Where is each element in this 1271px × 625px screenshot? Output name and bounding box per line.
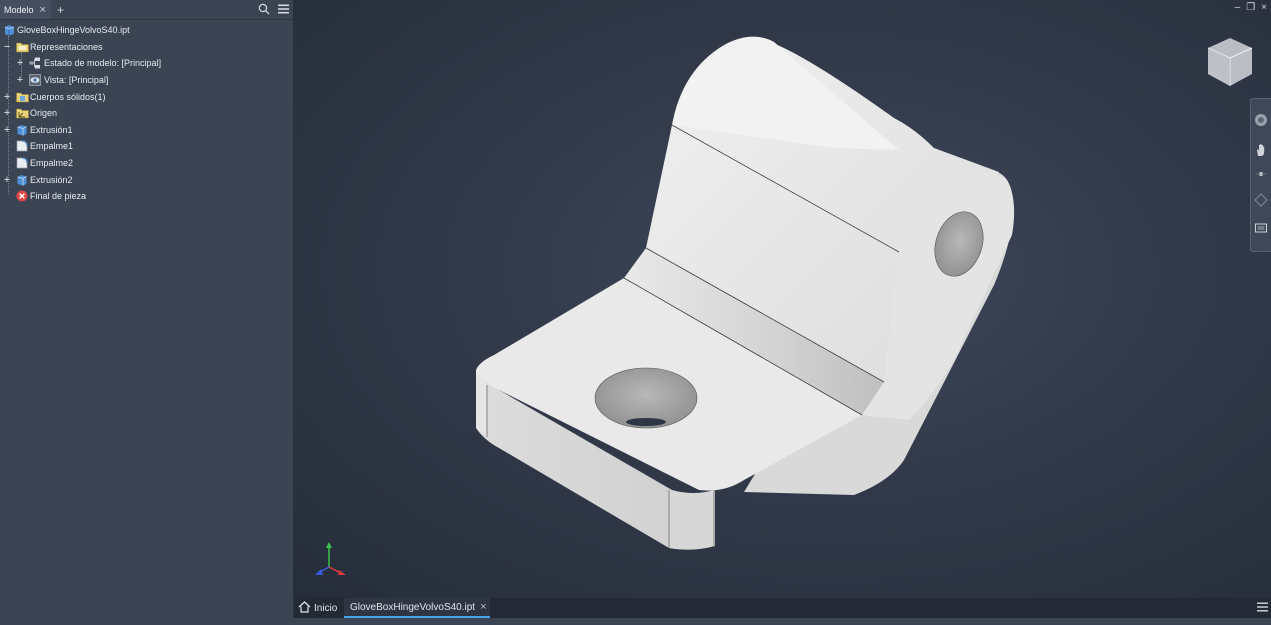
steering-wheel-icon[interactable]	[1254, 113, 1268, 127]
tab-glovebox-hinge[interactable]: GloveBoxHingeVolvoS40.ipt ×	[344, 598, 490, 618]
end-of-part-icon	[16, 190, 28, 202]
navigation-bar	[1250, 98, 1271, 252]
add-tab-button[interactable]: +	[57, 3, 64, 17]
status-bar	[0, 618, 1271, 625]
hamburger-menu-icon[interactable]	[1257, 602, 1268, 614]
close-icon[interactable]: ×	[480, 601, 486, 613]
home-icon	[298, 600, 311, 616]
expand-icon[interactable]: +	[3, 108, 11, 119]
expand-icon[interactable]: +	[3, 124, 11, 135]
hamburger-menu-icon[interactable]	[278, 4, 289, 14]
tree-item-label: Empalme2	[30, 158, 74, 169]
expand-icon[interactable]: +	[3, 174, 11, 185]
browser-tab-bar: Modelo × +	[0, 0, 293, 20]
tab-document-label: GloveBoxHingeVolvoS40.ipt	[350, 601, 476, 613]
expand-icon[interactable]: +	[16, 75, 24, 86]
tree-item-representaciones[interactable]: − Representaciones	[0, 39, 293, 56]
model-browser: Modelo × + GloveBoxHingeVolvoS40.ipt − R…	[0, 0, 294, 625]
collapse-icon[interactable]: −	[3, 41, 11, 52]
tree-item-end-of-part[interactable]: Final de pieza	[0, 188, 293, 205]
zoom-icon[interactable]	[1254, 167, 1268, 181]
fillet-icon	[16, 157, 28, 169]
extrusion-icon	[16, 174, 28, 186]
viewcube[interactable]	[1205, 36, 1255, 90]
extrusion-icon	[16, 124, 28, 136]
tree-item-label: Final de pieza	[30, 191, 87, 202]
model-state-icon	[29, 57, 41, 69]
pan-icon[interactable]	[1254, 143, 1268, 157]
hinge-part-model[interactable]	[294, 0, 1271, 598]
tree-item-label: Extrusión2	[30, 174, 73, 185]
folder-icon	[16, 91, 29, 103]
tab-home[interactable]: Inicio	[298, 598, 342, 618]
tree-item-label: Estado de modelo: [Principal]	[44, 58, 162, 69]
tree-item-label: Cuerpos sólidos(1)	[30, 91, 106, 102]
tree-item-part[interactable]: GloveBoxHingeVolvoS40.ipt	[0, 22, 293, 39]
tree-item-label: Vista: [Principal]	[44, 75, 109, 86]
folder-icon	[16, 41, 29, 53]
tree-item-label: Representaciones	[30, 41, 103, 52]
tree-item-model-state[interactable]: + Estado de modelo: [Principal]	[0, 55, 293, 72]
tree-item-fillet1[interactable]: Empalme1	[0, 138, 293, 155]
graphics-viewport[interactable]: – ❐ ×	[294, 0, 1271, 598]
part-icon	[3, 24, 15, 36]
search-icon[interactable]	[258, 3, 270, 15]
expand-icon[interactable]: +	[16, 58, 24, 69]
model-tree: GloveBoxHingeVolvoS40.ipt − Representaci…	[0, 20, 293, 205]
tab-modelo-label: Modelo	[4, 4, 34, 15]
tree-item-solid-bodies[interactable]: + Cuerpos sólidos(1)	[0, 88, 293, 105]
tree-item-label: Extrusión1	[30, 124, 73, 135]
look-at-icon[interactable]	[1254, 221, 1268, 235]
tree-item-label: GloveBoxHingeVolvoS40.ipt	[17, 25, 130, 36]
tab-home-label: Inicio	[314, 602, 338, 614]
tree-item-label: Empalme1	[30, 141, 74, 152]
fillet-icon	[16, 140, 28, 152]
tree-item-extrusion2[interactable]: + Extrusión2	[0, 171, 293, 188]
view-icon	[29, 74, 41, 86]
tree-item-view[interactable]: + Vista: [Principal]	[0, 72, 293, 89]
tab-modelo[interactable]: Modelo ×	[0, 0, 51, 19]
tree-item-label: Origen	[30, 108, 58, 119]
expand-icon[interactable]: +	[3, 91, 11, 102]
tree-item-fillet2[interactable]: Empalme2	[0, 155, 293, 172]
tree-item-extrusion1[interactable]: + Extrusión1	[0, 122, 293, 139]
tree-item-origin[interactable]: + Origen	[0, 105, 293, 122]
close-icon[interactable]: ×	[40, 4, 46, 16]
orbit-icon[interactable]	[1254, 193, 1268, 207]
document-tab-bar: Inicio GloveBoxHingeVolvoS40.ipt ×	[294, 598, 1271, 618]
coordinate-triad-icon	[312, 540, 352, 582]
origin-folder-icon	[16, 107, 29, 119]
